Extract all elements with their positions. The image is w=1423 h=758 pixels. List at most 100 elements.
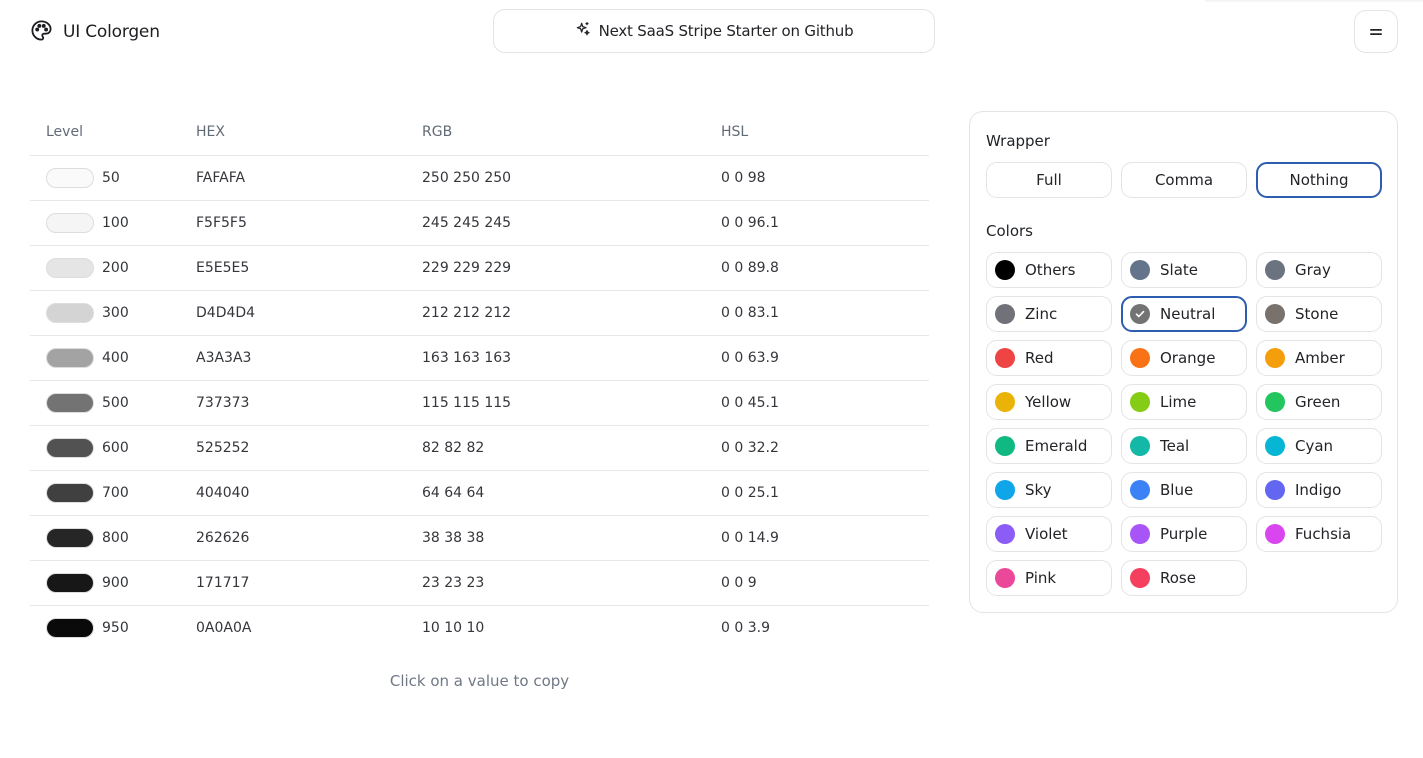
level-value: 900 <box>102 574 129 591</box>
color-swatch <box>46 257 94 278</box>
wrapper-options: Full Comma Nothing <box>986 162 1382 198</box>
color-option-neutral[interactable]: Neutral <box>1121 296 1247 332</box>
color-option-yellow[interactable]: Yellow <box>986 384 1112 420</box>
menu-button[interactable] <box>1354 10 1398 53</box>
wrapper-option-comma[interactable]: Comma <box>1121 162 1247 198</box>
table-row: 500 737373 115 115 115 0 0 45.1 <box>30 380 929 426</box>
hex-value[interactable]: 171717 <box>196 560 422 606</box>
hex-value[interactable]: 262626 <box>196 515 422 561</box>
color-option-pink[interactable]: Pink <box>986 560 1112 596</box>
table-row: 100 F5F5F5 245 245 245 0 0 96.1 <box>30 200 929 246</box>
color-option-indigo[interactable]: Indigo <box>1256 472 1382 508</box>
hex-value[interactable]: 525252 <box>196 425 422 471</box>
hex-value[interactable]: 404040 <box>196 470 422 516</box>
hex-value[interactable]: E5E5E5 <box>196 245 422 291</box>
hsl-value[interactable]: 0 0 89.8 <box>721 245 929 291</box>
level-cell[interactable]: 900 <box>30 560 196 606</box>
hsl-value[interactable]: 0 0 9 <box>721 560 929 606</box>
level-value: 100 <box>102 214 129 231</box>
hex-value[interactable]: FAFAFA <box>196 155 422 201</box>
hsl-value[interactable]: 0 0 63.9 <box>721 335 929 381</box>
color-option-lime[interactable]: Lime <box>1121 384 1247 420</box>
github-starter-button[interactable]: Next SaaS Stripe Starter on Github <box>493 9 935 53</box>
hex-value[interactable]: 0A0A0A <box>196 605 422 650</box>
level-cell[interactable]: 200 <box>30 245 196 291</box>
color-option-label: Indigo <box>1295 481 1342 499</box>
color-option-rose[interactable]: Rose <box>1121 560 1247 596</box>
level-cell[interactable]: 700 <box>30 470 196 516</box>
color-dot <box>1130 436 1150 456</box>
color-option-red[interactable]: Red <box>986 340 1112 376</box>
color-option-stone[interactable]: Stone <box>1256 296 1382 332</box>
rgb-value[interactable]: 82 82 82 <box>422 425 721 471</box>
level-cell[interactable]: 500 <box>30 380 196 426</box>
color-option-amber[interactable]: Amber <box>1256 340 1382 376</box>
hex-value[interactable]: A3A3A3 <box>196 335 422 381</box>
color-option-sky[interactable]: Sky <box>986 472 1112 508</box>
color-option-label: Rose <box>1160 569 1196 587</box>
color-option-blue[interactable]: Blue <box>1121 472 1247 508</box>
level-cell[interactable]: 400 <box>30 335 196 381</box>
table-row: 50 FAFAFA 250 250 250 0 0 98 <box>30 155 929 201</box>
hsl-value[interactable]: 0 0 83.1 <box>721 290 929 336</box>
wrapper-title: Wrapper <box>986 132 1050 150</box>
hsl-value[interactable]: 0 0 25.1 <box>721 470 929 516</box>
rgb-value[interactable]: 212 212 212 <box>422 290 721 336</box>
rgb-value[interactable]: 38 38 38 <box>422 515 721 561</box>
level-cell[interactable]: 50 <box>30 155 196 201</box>
color-option-label: Teal <box>1160 437 1190 455</box>
level-cell[interactable]: 600 <box>30 425 196 471</box>
color-option-green[interactable]: Green <box>1256 384 1382 420</box>
hex-value[interactable]: F5F5F5 <box>196 200 422 246</box>
level-cell[interactable]: 100 <box>30 200 196 246</box>
rgb-value[interactable]: 23 23 23 <box>422 560 721 606</box>
menu-icon <box>1369 22 1383 41</box>
color-option-orange[interactable]: Orange <box>1121 340 1247 376</box>
color-option-teal[interactable]: Teal <box>1121 428 1247 464</box>
column-header-rgb: RGB <box>422 110 721 156</box>
color-option-fuchsia[interactable]: Fuchsia <box>1256 516 1382 552</box>
color-swatch <box>46 347 94 368</box>
rgb-value[interactable]: 115 115 115 <box>422 380 721 426</box>
rgb-value[interactable]: 10 10 10 <box>422 605 721 650</box>
color-option-cyan[interactable]: Cyan <box>1256 428 1382 464</box>
wrapper-option-full[interactable]: Full <box>986 162 1112 198</box>
color-dot <box>1130 304 1150 324</box>
level-cell[interactable]: 800 <box>30 515 196 561</box>
rgb-value[interactable]: 64 64 64 <box>422 470 721 516</box>
hsl-value[interactable]: 0 0 3.9 <box>721 605 929 650</box>
hsl-value[interactable]: 0 0 14.9 <box>721 515 929 561</box>
color-option-slate[interactable]: Slate <box>1121 252 1247 288</box>
hex-value[interactable]: 737373 <box>196 380 422 426</box>
table-row: 800 262626 38 38 38 0 0 14.9 <box>30 515 929 561</box>
color-option-others[interactable]: Others <box>986 252 1112 288</box>
color-option-purple[interactable]: Purple <box>1121 516 1247 552</box>
rgb-value[interactable]: 250 250 250 <box>422 155 721 201</box>
color-option-violet[interactable]: Violet <box>986 516 1112 552</box>
color-option-emerald[interactable]: Emerald <box>986 428 1112 464</box>
color-option-label: Gray <box>1295 261 1331 279</box>
table-row: 950 0A0A0A 10 10 10 0 0 3.9 <box>30 605 929 650</box>
color-option-label: Lime <box>1160 393 1197 411</box>
color-option-label: Others <box>1025 261 1076 279</box>
palette-icon <box>30 19 53 46</box>
table-body: 50 FAFAFA 250 250 250 0 0 98 100 F5F5F5 245 24… <box>30 155 929 650</box>
hsl-value[interactable]: 0 0 96.1 <box>721 200 929 246</box>
rgb-value[interactable]: 163 163 163 <box>422 335 721 381</box>
color-swatch <box>46 167 94 188</box>
wrapper-option-nothing[interactable]: Nothing <box>1256 162 1382 198</box>
hsl-value[interactable]: 0 0 98 <box>721 155 929 201</box>
color-option-zinc[interactable]: Zinc <box>986 296 1112 332</box>
level-cell[interactable]: 950 <box>30 605 196 650</box>
level-cell[interactable]: 300 <box>30 290 196 336</box>
brand[interactable]: UI Colorgen <box>30 19 160 46</box>
hsl-value[interactable]: 0 0 45.1 <box>721 380 929 426</box>
rgb-value[interactable]: 229 229 229 <box>422 245 721 291</box>
color-option-gray[interactable]: Gray <box>1256 252 1382 288</box>
rgb-value[interactable]: 245 245 245 <box>422 200 721 246</box>
hex-value[interactable]: D4D4D4 <box>196 290 422 336</box>
color-option-label: Pink <box>1025 569 1057 587</box>
table-row: 200 E5E5E5 229 229 229 0 0 89.8 <box>30 245 929 291</box>
color-options-grid: Others Slate Gray Zinc Neutral Stone Red Orange… <box>986 252 1382 596</box>
hsl-value[interactable]: 0 0 32.2 <box>721 425 929 471</box>
